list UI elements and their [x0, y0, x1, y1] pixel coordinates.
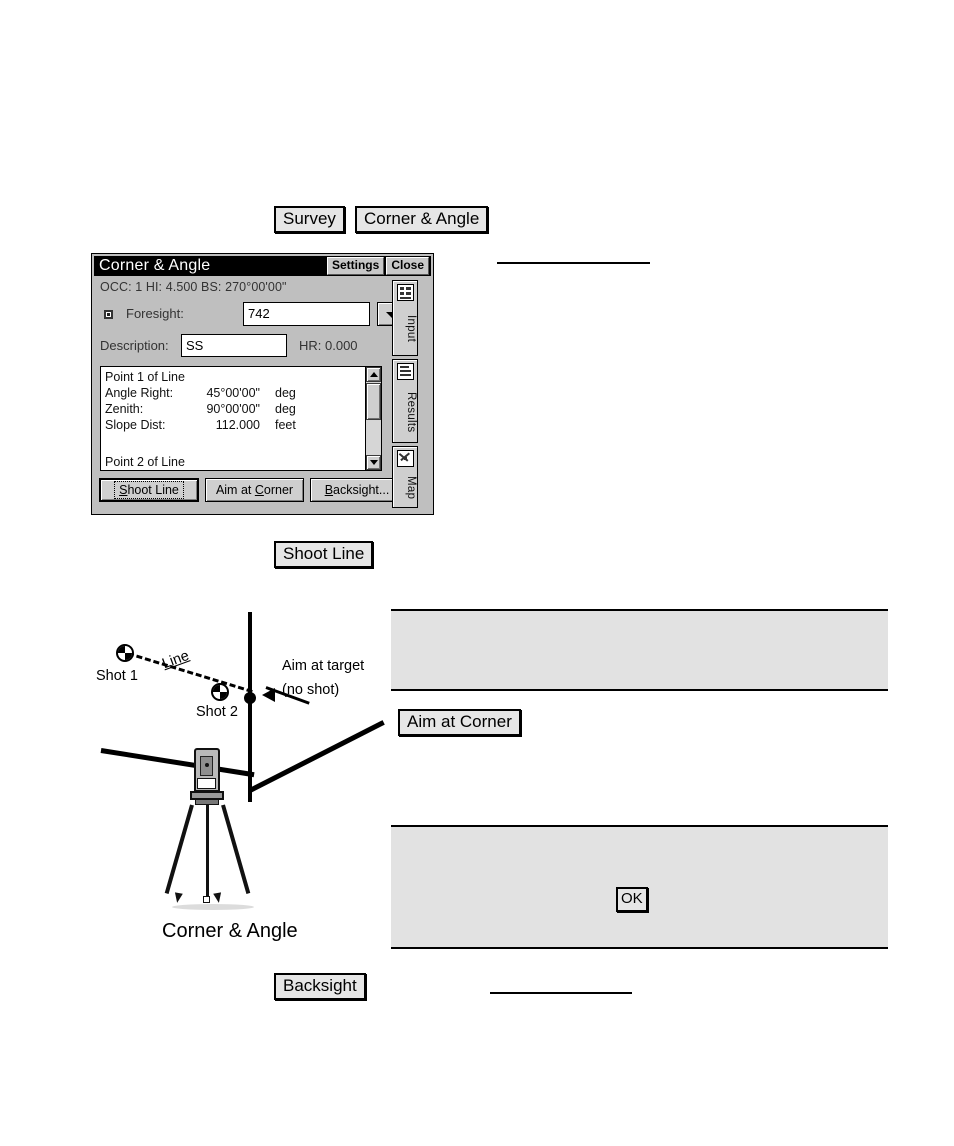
scrollbar-thumb[interactable]	[366, 383, 381, 420]
radio-selected-icon[interactable]	[104, 310, 113, 319]
aim-target-line-1: Aim at target	[282, 658, 365, 674]
aim-at-corner-button[interactable]: Aim at Corner	[205, 478, 304, 502]
row-unit: feet	[275, 418, 296, 432]
row-unit: deg	[275, 402, 296, 416]
occupation-status-line: OCC: 1 HI: 4.500 BS: 270°00'00"	[100, 280, 287, 294]
list-heading: Point 1 of Line	[105, 370, 185, 384]
shoot-line-step-label-text: Shoot Line	[274, 541, 374, 568]
row-key: Angle Right:	[105, 386, 174, 400]
shoot-line-button[interactable]: Shoot Line	[99, 478, 199, 502]
backsight-step-label[interactable]: Backsight	[274, 973, 366, 1000]
triangle-down-icon[interactable]	[366, 455, 381, 470]
ok-step-label[interactable]: OK	[616, 887, 648, 912]
list-next-heading: Point 2 of Line	[105, 455, 185, 469]
total-station-tripod-icon	[164, 748, 266, 933]
row-unit: deg	[275, 386, 296, 400]
table-row: Angle Right: 45°00'00" deg	[105, 386, 296, 400]
target-arrow-head	[262, 688, 275, 702]
shot-2-marker	[211, 683, 229, 701]
ok-step-label-text: OK	[616, 887, 648, 912]
dialog-title: Corner & Angle	[99, 257, 211, 274]
field-diagram: Shot 1 Line Shot 2 Aim at target (no sho…	[80, 600, 410, 960]
document-results-icon	[397, 363, 414, 380]
survey-menu-label-text: Survey	[274, 206, 345, 233]
wall-line-right	[248, 720, 385, 793]
map-crosshair-icon	[397, 450, 414, 467]
tab-input[interactable]: Input	[392, 280, 418, 356]
foresight-row: Foresight: 742	[100, 302, 411, 328]
measurement-list-content: Point 1 of Line Angle Right: 45°00'00" d…	[105, 369, 363, 433]
hr-value: HR: 0.000	[299, 338, 358, 353]
shot-1-marker	[116, 644, 134, 662]
divider-rule-top	[497, 262, 650, 264]
row-key: Slope Dist:	[105, 418, 166, 432]
aim-at-corner-step-label[interactable]: Aim at Corner	[398, 709, 521, 736]
corner-angle-dialog: Corner & Angle Settings Close OCC: 1 HI:…	[91, 253, 434, 515]
foresight-input[interactable]: 742	[243, 302, 370, 326]
description-row: Description: SS HR: 0.000	[100, 334, 410, 358]
description-label: Description:	[100, 338, 169, 353]
dialog-button-row: Shoot Line Aim at Corner Backsight...	[99, 478, 404, 502]
target-point-marker	[244, 692, 256, 704]
table-row: Slope Dist: 112.000 feet	[105, 418, 296, 432]
shot-2-label: Shot 2	[196, 704, 238, 720]
diagram-caption: Corner & Angle	[162, 920, 298, 942]
divider-rule-bottom	[490, 992, 632, 994]
settings-button[interactable]: Settings	[326, 257, 385, 275]
measurement-list[interactable]: Point 1 of Line Angle Right: 45°00'00" d…	[100, 366, 382, 471]
content-panel-bottom: OK	[391, 825, 888, 949]
tab-map-label: Map	[405, 476, 417, 500]
table-row: Zenith: 90°00'00" deg	[105, 402, 296, 416]
tab-results-label: Results	[405, 391, 417, 433]
form-input-icon	[397, 284, 414, 301]
description-input[interactable]: SS	[181, 334, 287, 357]
triangle-up-icon[interactable]	[366, 367, 381, 382]
corner-angle-menu-label-text: Corner & Angle	[355, 206, 489, 233]
dialog-titlebar: Corner & Angle Settings Close	[94, 256, 431, 276]
aim-at-corner-step-label-text: Aim at Corner	[398, 709, 521, 736]
dialog-side-tabs: Input Results Map	[387, 280, 429, 508]
tab-results[interactable]: Results	[392, 359, 418, 443]
aim-target-line-2: (no shot)	[282, 682, 340, 698]
shot-1-label: Shot 1	[96, 668, 138, 684]
survey-menu-label[interactable]: Survey	[274, 206, 345, 233]
tab-input-label: Input	[405, 315, 417, 343]
corner-angle-menu-label[interactable]: Corner & Angle	[355, 206, 489, 233]
row-key: Zenith:	[105, 402, 144, 416]
list-item: Point 1 of Line	[105, 369, 363, 385]
sight-line-dashed	[127, 652, 253, 693]
foresight-label: Foresight:	[126, 306, 184, 321]
list-scrollbar[interactable]	[365, 367, 381, 470]
close-button[interactable]: Close	[386, 257, 429, 275]
backsight-step-label-text: Backsight	[274, 973, 366, 1000]
content-panel-top	[391, 609, 888, 691]
tab-map[interactable]: Map	[392, 446, 418, 508]
shoot-line-step-label[interactable]: Shoot Line	[274, 541, 374, 568]
